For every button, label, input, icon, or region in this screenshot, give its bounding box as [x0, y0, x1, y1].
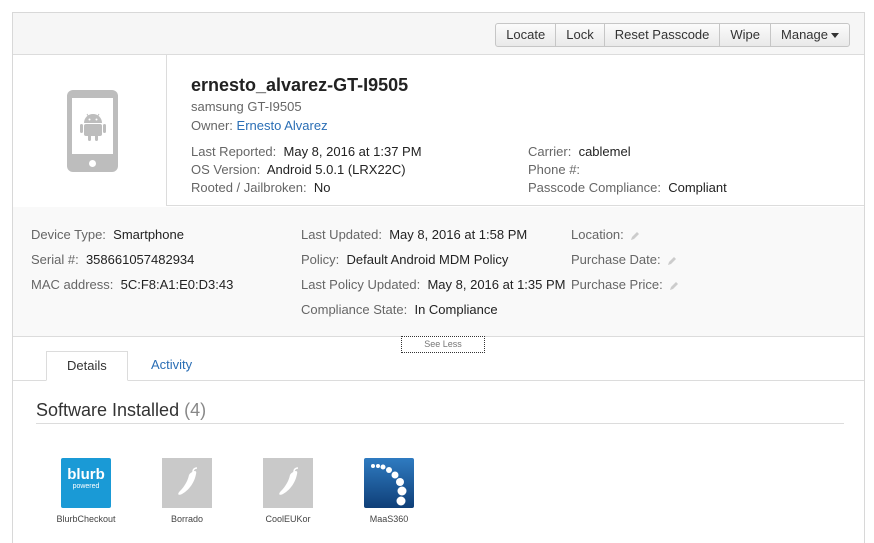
- device-type-value: Smartphone: [113, 227, 184, 242]
- last-policy-updated: Last Policy Updated: May 8, 2016 at 1:35…: [301, 277, 566, 292]
- phone-number: Phone #:: [528, 162, 580, 177]
- wipe-button[interactable]: Wipe: [719, 23, 772, 47]
- app-name: BlurbCheckout: [56, 514, 116, 524]
- software-installed-heading: Software Installed (4): [36, 400, 206, 421]
- policy: Policy: Default Android MDM Policy: [301, 252, 508, 267]
- app-item-cooleukor[interactable]: CoolEUKor: [243, 458, 333, 524]
- app-item-blurbcheckout[interactable]: blurb powered BlurbCheckout: [41, 458, 131, 524]
- last-updated-label: Last Updated:: [301, 227, 382, 242]
- app-item-borrado[interactable]: Borrado: [142, 458, 232, 524]
- last-updated: Last Updated: May 8, 2016 at 1:58 PM: [301, 227, 527, 242]
- location: Location:: [571, 227, 640, 242]
- device-type: Device Type: Smartphone: [31, 227, 184, 242]
- action-toolbar: Locate Lock Reset Passcode Wipe Manage: [13, 13, 864, 55]
- device-owner: Owner: Ernesto Alvarez: [191, 118, 328, 133]
- mac-value: 5C:F8:A1:E0:D3:43: [120, 277, 234, 292]
- last-policy-value: May 8, 2016 at 1:35 PM: [427, 277, 566, 292]
- app-item-maas360[interactable]: MaaS360: [344, 458, 434, 524]
- app-name: MaaS360: [369, 514, 409, 524]
- carrier: Carrier: cablemel: [528, 144, 631, 159]
- purchase-price-label: Purchase Price:: [571, 277, 663, 292]
- tab-bar: Details Activity: [13, 351, 864, 381]
- serial: Serial #: 358661057482934: [31, 252, 194, 267]
- carrier-value: cablemel: [578, 144, 631, 159]
- serial-value: 358661057482934: [85, 252, 195, 267]
- compliance-value: In Compliance: [414, 302, 498, 317]
- phone-label: Phone #:: [528, 162, 581, 177]
- manage-dropdown-button[interactable]: Manage: [770, 23, 850, 47]
- purchase-price: Purchase Price:: [571, 277, 679, 292]
- mac-address: MAC address: 5C:F8:A1:E0:D3:43: [31, 277, 233, 292]
- os-value: Android 5.0.1 (LRX22C): [266, 162, 406, 177]
- software-title: Software Installed: [36, 400, 180, 420]
- app-name: Borrado: [170, 514, 204, 524]
- rooted-label: Rooted / Jailbroken:: [191, 180, 307, 195]
- last-reported: Last Reported: May 8, 2016 at 1:37 PM: [191, 144, 422, 159]
- carrier-label: Carrier:: [528, 144, 572, 159]
- passcode-label: Passcode Compliance:: [528, 180, 661, 195]
- rooted-value: No: [313, 180, 331, 195]
- see-less-button[interactable]: See Less: [401, 336, 485, 353]
- software-count: (4): [184, 400, 207, 420]
- tab-details[interactable]: Details: [46, 351, 128, 381]
- device-type-label: Device Type:: [31, 227, 106, 242]
- edit-purchase-price-pencil-icon[interactable]: [669, 281, 679, 291]
- rooted: Rooted / Jailbroken: No: [191, 180, 330, 195]
- device-name: ernesto_alvarez-GT-I9505: [191, 75, 409, 95]
- policy-label: Policy:: [301, 252, 340, 267]
- policy-value: Default Android MDM Policy: [346, 252, 509, 267]
- os-label: OS Version:: [191, 162, 261, 177]
- blurb-icon: blurb powered: [61, 458, 111, 508]
- last-policy-label: Last Policy Updated:: [301, 277, 421, 292]
- mac-label: MAC address:: [31, 277, 114, 292]
- passcode-value: Compliant: [668, 180, 727, 195]
- edit-location-pencil-icon[interactable]: [630, 231, 640, 241]
- lock-button[interactable]: Lock: [555, 23, 605, 47]
- manage-label: Manage: [781, 27, 828, 42]
- android-robot-icon: [80, 113, 106, 141]
- pepper-icon: [263, 458, 313, 508]
- owner-link[interactable]: Ernesto Alvarez: [237, 118, 328, 133]
- locate-button[interactable]: Locate: [495, 23, 557, 47]
- caret-down-icon: [831, 33, 839, 39]
- purchase-date: Purchase Date:: [571, 252, 677, 267]
- tab-activity[interactable]: Activity: [131, 351, 212, 381]
- os-version: OS Version: Android 5.0.1 (LRX22C): [191, 162, 406, 177]
- blurb-logo-text: blurb: [67, 466, 105, 483]
- edit-purchase-date-pencil-icon[interactable]: [667, 256, 677, 266]
- expanded-details: Device Type: Smartphone Serial #: 358661…: [13, 207, 864, 337]
- reset-passcode-button[interactable]: Reset Passcode: [603, 23, 721, 47]
- purchase-date-label: Purchase Date:: [571, 252, 661, 267]
- device-panel: Locate Lock Reset Passcode Wipe Manage e…: [12, 12, 865, 543]
- last-reported-label: Last Reported:: [191, 144, 277, 159]
- pepper-icon: [162, 458, 212, 508]
- device-model: samsung GT-I9505: [191, 99, 302, 114]
- divider: [36, 423, 844, 424]
- maas360-icon: [364, 458, 414, 508]
- app-name: CoolEUKor: [265, 514, 311, 524]
- owner-label: Owner:: [191, 118, 233, 133]
- action-button-group: Locate Lock Reset Passcode Wipe Manage: [495, 23, 850, 47]
- last-reported-value: May 8, 2016 at 1:37 PM: [283, 144, 422, 159]
- location-label: Location:: [571, 227, 624, 242]
- serial-label: Serial #:: [31, 252, 79, 267]
- compliance-state: Compliance State: In Compliance: [301, 302, 498, 317]
- device-thumbnail: [13, 55, 167, 206]
- device-header: ernesto_alvarez-GT-I9505 samsung GT-I950…: [13, 55, 864, 206]
- last-updated-value: May 8, 2016 at 1:58 PM: [389, 227, 528, 242]
- android-phone-icon: [67, 90, 118, 172]
- compliance-label: Compliance State:: [301, 302, 408, 317]
- passcode-compliance: Passcode Compliance: Compliant: [528, 180, 727, 195]
- blurb-logo-subtext: powered: [72, 483, 100, 490]
